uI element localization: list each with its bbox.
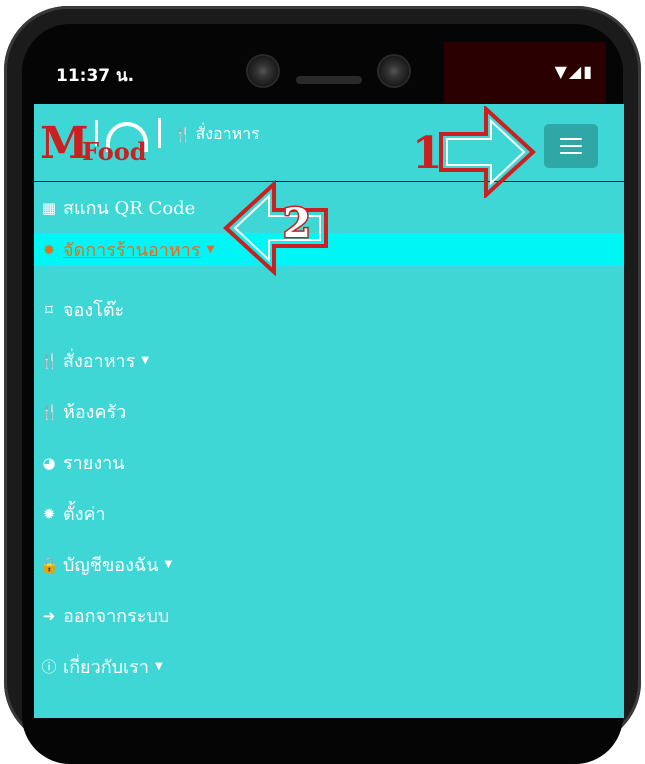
caret-down-icon: ▼ xyxy=(164,559,173,570)
sign-out-icon: ➜ xyxy=(42,606,56,625)
menu-item-label: ห้องครัว xyxy=(63,402,127,423)
hamburger-bar xyxy=(560,152,582,154)
status-icons: ▼◢▮ xyxy=(554,62,594,81)
brand-link[interactable]: 🍴 สั่งอาหาร xyxy=(174,122,260,147)
info-circle-icon: ⓘ xyxy=(41,658,57,676)
menu-item-label: บัญชีของฉัน xyxy=(63,555,159,576)
front-sensor-icon xyxy=(379,56,409,86)
menu-item-logout[interactable]: ➜ ออกจากระบบ xyxy=(34,590,624,641)
menu-item-my-account[interactable]: 🔒 บัญชีของฉัน ▼ xyxy=(34,539,624,590)
cog-icon: ✹ xyxy=(42,240,56,259)
pie-chart-icon: ◕ xyxy=(42,453,56,472)
menu-item-label: รายงาน xyxy=(63,453,125,474)
annotation-step-2: 2 xyxy=(282,199,313,249)
status-bar: 11:37 น. ▼◢▮ xyxy=(34,42,614,104)
caret-down-icon: ▼ xyxy=(206,244,215,255)
menu-item-reserve-table[interactable]: ⌑ จองโต๊ะ xyxy=(34,284,624,335)
menu-item-label: ตั้งค่า xyxy=(63,504,106,525)
menu-item-label: จัดการร้านอาหาร xyxy=(63,240,201,261)
menu-item-about[interactable]: ⓘ เกี่ยวกับเรา ▼ xyxy=(34,641,624,692)
speaker-grille xyxy=(296,76,362,84)
lock-icon: 🔒 xyxy=(40,555,59,574)
logo-word-food: Food xyxy=(82,137,147,166)
bookmark-icon: ⌑ xyxy=(45,300,53,319)
menu-item-order-food[interactable]: 🍴 สั่งอาหาร ▼ xyxy=(34,335,624,386)
cog-icon: ✹ xyxy=(42,504,56,523)
status-area: ▼◢▮ xyxy=(444,42,606,104)
knife-icon xyxy=(158,118,161,148)
menu-item-label: จองโต๊ะ xyxy=(63,300,125,321)
cutlery-icon: 🍴 xyxy=(174,127,192,143)
caret-down-icon: ▼ xyxy=(141,355,150,366)
menu-item-label: ออกจากระบบ xyxy=(63,606,170,627)
brand-label: สั่งอาหาร xyxy=(195,124,260,143)
cutlery-icon: 🍴 xyxy=(40,402,59,421)
hamburger-icon xyxy=(560,138,582,140)
hamburger-bar xyxy=(560,145,582,147)
menu-toggle-button[interactable] xyxy=(544,124,598,168)
menu-item-label: สแกน QR Code xyxy=(63,198,196,219)
mfood-logo[interactable]: M Food xyxy=(40,116,180,174)
status-time: 11:37 น. xyxy=(56,66,135,86)
cutlery-icon: 🍴 xyxy=(40,351,59,370)
menu-item-settings[interactable]: ✹ ตั้งค่า xyxy=(34,488,624,539)
menu-item-kitchen[interactable]: 🍴 ห้องครัว xyxy=(34,386,624,437)
front-camera-icon xyxy=(248,56,278,86)
menu-item-reports[interactable]: ◕ รายงาน xyxy=(34,437,624,488)
annotation-arrow-right-icon xyxy=(439,106,536,198)
caret-down-icon: ▼ xyxy=(154,661,163,672)
menu-item-label: เกี่ยวกับเรา xyxy=(63,657,149,678)
qrcode-icon: ▦ xyxy=(41,198,57,217)
menu-item-label: สั่งอาหาร xyxy=(63,351,136,372)
annotation-arrow-left-icon xyxy=(223,180,328,276)
